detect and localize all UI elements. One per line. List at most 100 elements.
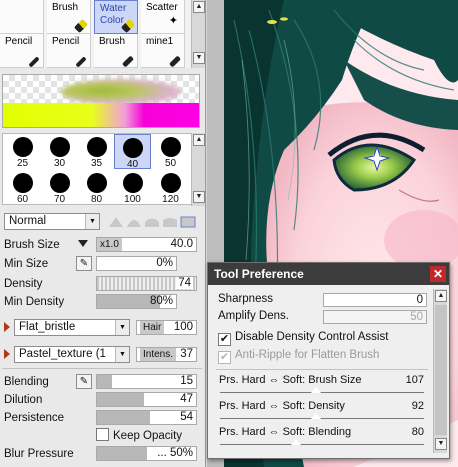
tool-pencil[interactable]: Pencil — [0, 34, 44, 68]
brush-shape-bell-icon[interactable] — [126, 215, 142, 229]
brush-size-25[interactable]: 25 — [4, 134, 41, 169]
brush-shape-dome-icon[interactable] — [144, 215, 160, 229]
dialog-scrollbar[interactable]: ▲ ▼ — [433, 289, 447, 453]
scroll-down-icon[interactable]: ▼ — [435, 438, 447, 450]
blur-pressure-label: Blur Pressure — [4, 448, 74, 460]
blending-slider[interactable]: 15 — [96, 374, 197, 389]
tool-slot-blank[interactable] — [0, 0, 44, 34]
brush-size-100[interactable]: 100 — [114, 170, 151, 205]
blend-mode-select[interactable]: Normal ▼ — [4, 213, 100, 230]
brush-size-label: 70 — [53, 194, 66, 205]
expand-arrow-icon[interactable] — [4, 322, 10, 332]
brush-shape-value: Flat_bristle — [19, 321, 76, 333]
curve-value: 107 — [405, 374, 424, 386]
brush-shape-select[interactable]: Flat_bristle ▼ — [14, 319, 130, 336]
brush-shape-triangle-icon[interactable] — [108, 215, 124, 229]
tool-scatter[interactable]: Scatter ✦ — [141, 0, 185, 34]
curve-track — [220, 444, 424, 445]
anti-ripple-checkbox[interactable]: ✔ Anti-Ripple for Flatten Brush — [218, 349, 379, 364]
brush-size-60[interactable]: 60 — [4, 170, 41, 205]
hair-slider[interactable]: Hair 100 — [136, 320, 197, 335]
color-mixer[interactable] — [2, 74, 200, 128]
pen-pressure-icon[interactable]: ✎ — [76, 374, 92, 389]
brush-size-30[interactable]: 30 — [41, 134, 78, 169]
pressure-curve-brush-size[interactable]: Prs. Hard ⇔ Soft: Brush Size 107 — [216, 374, 428, 398]
scroll-up-icon[interactable]: ▲ — [193, 134, 205, 146]
brush-dot-icon — [160, 173, 181, 193]
intensity-value: 37 — [180, 348, 193, 360]
sharpness-value: 0 — [416, 294, 423, 306]
scroll-down-icon[interactable]: ▼ — [193, 52, 205, 64]
brush-shape-round-icon[interactable] — [162, 215, 178, 229]
expand-arrow-icon[interactable] — [4, 349, 10, 359]
color-gradient-bar[interactable] — [3, 103, 199, 127]
brush-size-label: 100 — [124, 194, 141, 205]
brush-size-label: 60 — [16, 194, 29, 205]
brush-size-80[interactable]: 80 — [78, 170, 115, 205]
curve-knob-icon[interactable] — [310, 412, 322, 420]
sharpness-slider[interactable]: 0 — [323, 293, 427, 307]
tool-brush-2[interactable]: Brush — [94, 34, 138, 68]
brush-icon — [168, 55, 182, 68]
min-density-label: Min Density — [4, 296, 65, 308]
tool-grid-scrollbar[interactable]: ▲ ▼ — [191, 0, 205, 68]
brush-size-50[interactable]: 50 — [152, 134, 189, 169]
brush-icon — [121, 55, 135, 68]
min-density-value: 80% — [149, 295, 173, 307]
scroll-up-icon[interactable]: ▲ — [193, 1, 205, 13]
brush-size-slider[interactable]: x1.0 40.0 — [96, 237, 197, 252]
slider-fill — [97, 411, 151, 424]
keep-opacity-label: Keep Opacity — [113, 430, 183, 442]
brush-dot-icon — [49, 173, 70, 193]
keep-opacity-checkbox[interactable]: Keep Opacity — [96, 428, 182, 444]
brush-dot-icon — [49, 137, 70, 157]
tool-mine1[interactable]: mine1 — [141, 34, 185, 68]
chevron-down-icon: ▼ — [85, 214, 99, 229]
close-icon[interactable]: ✕ — [430, 266, 446, 282]
persistence-value: 54 — [180, 411, 193, 423]
scroll-thumb[interactable] — [435, 305, 447, 435]
tool-label: Pencil — [5, 36, 33, 47]
sharpness-label: Sharpness — [218, 293, 273, 305]
scroll-down-icon[interactable]: ▼ — [193, 191, 205, 203]
brush-size-70[interactable]: 70 — [41, 170, 78, 205]
tool-watercolor[interactable]: Water Color — [94, 0, 138, 34]
intensity-label: Intens. — [140, 348, 177, 361]
texture-intensity-slider[interactable]: Intens. 37 — [136, 347, 197, 362]
brush-dot-icon — [86, 137, 107, 157]
pressure-curve-blending[interactable]: Prs. Hard ⇔ Soft: Blending 80 — [216, 426, 428, 450]
brush-size-35[interactable]: 35 — [78, 134, 115, 169]
min-size-label: Min Size — [4, 258, 49, 270]
dialog-body: Sharpness 0 Amplify Dens. 50 ✔ Disable De… — [214, 289, 432, 454]
blur-pressure-slider[interactable]: ... 50% — [96, 446, 197, 461]
checkmark-icon: ✔ — [218, 333, 231, 346]
tool-brush[interactable]: Brush — [47, 0, 91, 34]
brush-shape-square-icon[interactable] — [180, 215, 196, 229]
curve-knob-icon[interactable] — [290, 438, 302, 446]
brush-dot-icon — [12, 137, 33, 157]
brush-size-40[interactable]: 40 — [114, 134, 151, 170]
dilution-slider[interactable]: 47 — [96, 392, 197, 407]
persistence-slider[interactable]: 54 — [96, 410, 197, 425]
pressure-curve-density[interactable]: Prs. Hard ⇔ Soft: Density 92 — [216, 400, 428, 424]
tool-preference-dialog: Tool Preference ✕ Sharpness 0 Amplify De… — [207, 262, 450, 459]
curve-knob-icon[interactable] — [310, 386, 322, 394]
tool-pencil-2[interactable]: Pencil — [47, 34, 91, 68]
density-value: 74 — [176, 277, 193, 289]
brush-size-label: 25 — [16, 158, 29, 169]
min-size-slider[interactable]: 0% — [96, 256, 177, 271]
min-density-slider[interactable]: 80% — [96, 294, 177, 309]
disable-density-label: Disable Density Control Assist — [235, 331, 389, 343]
density-slider[interactable]: 74 — [96, 276, 197, 291]
pen-pressure-icon[interactable]: ✎ — [76, 256, 92, 271]
min-size-value: 0% — [156, 257, 173, 269]
curve-label: Prs. Hard ⇔ Soft: Brush Size — [219, 374, 362, 386]
curve-track — [220, 392, 424, 393]
brush-size-scrollbar[interactable]: ▲ ▼ — [191, 133, 205, 206]
brush-size-120[interactable]: 120 — [152, 170, 189, 205]
amplify-density-slider[interactable]: 50 — [323, 310, 427, 324]
scroll-up-icon[interactable]: ▲ — [435, 290, 447, 302]
disable-density-checkbox[interactable]: ✔ Disable Density Control Assist — [218, 331, 388, 346]
chevron-down-icon[interactable] — [78, 240, 88, 247]
brush-texture-select[interactable]: Pastel_texture (1 ▼ — [14, 346, 130, 363]
